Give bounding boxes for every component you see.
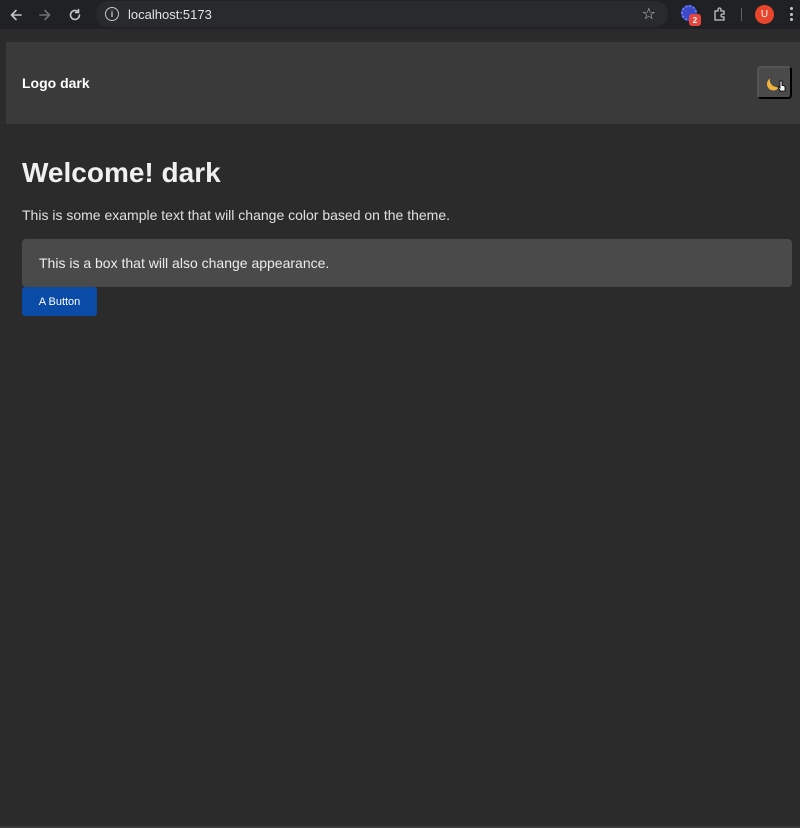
page-title: Welcome! dark (22, 157, 221, 188)
forward-button[interactable] (34, 4, 56, 26)
arrow-left-icon (10, 9, 22, 21)
back-button[interactable] (5, 4, 27, 26)
reload-button[interactable] (64, 4, 86, 26)
reload-icon (69, 8, 81, 21)
address-bar[interactable]: i localhost:5173 ☆ (96, 1, 668, 27)
puzzle-icon[interactable] (712, 6, 728, 22)
app-header: Logo dark (6, 42, 800, 124)
extension-button[interactable]: 2 (681, 5, 701, 26)
toolbar-divider (741, 8, 742, 21)
extension-badge: 2 (689, 14, 701, 26)
arrow-right-icon (39, 9, 51, 21)
kebab-icon[interactable] (788, 6, 794, 22)
info-icon[interactable]: i (105, 7, 119, 21)
description-text: This is some example text that will chan… (22, 207, 450, 223)
a-button[interactable]: A Button (22, 287, 97, 316)
page-viewport: Logo dark Welcome! dark This is some exa… (0, 29, 800, 828)
box-text: This is a box that will also change appe… (39, 255, 330, 271)
cursor-icon (777, 80, 786, 92)
logo: Logo dark (22, 75, 90, 91)
profile-avatar[interactable]: U (755, 5, 774, 24)
themed-box: This is a box that will also change appe… (22, 239, 792, 287)
url-text[interactable]: localhost:5173 (128, 7, 212, 22)
theme-toggle-button[interactable] (757, 66, 792, 99)
browser-toolbar: i localhost:5173 ☆ 2 U (0, 0, 800, 29)
star-icon[interactable]: ☆ (642, 4, 656, 24)
